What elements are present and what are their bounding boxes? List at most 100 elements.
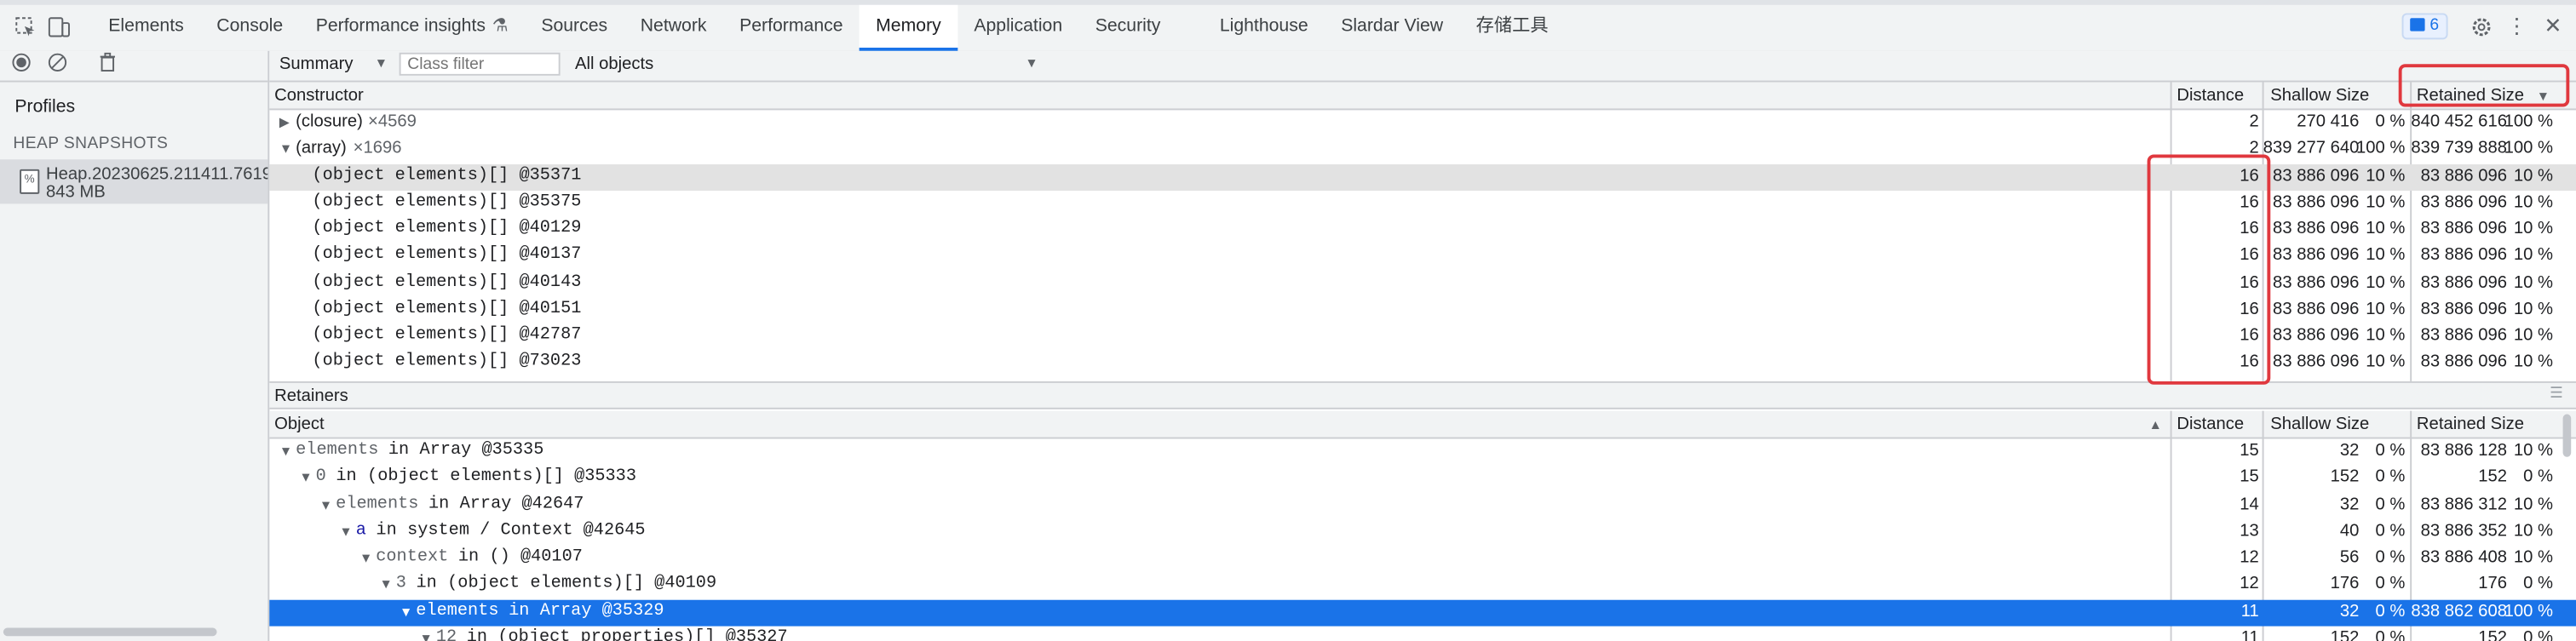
col-retained-header[interactable]: Retained Size (2417, 415, 2524, 434)
close-devtools-icon[interactable]: ✕ (2540, 13, 2567, 39)
tab-4[interactable]: Sources (525, 5, 624, 51)
retained-size-percent: 100 % (2504, 600, 2553, 621)
collapse-arrow-icon[interactable]: ▼ (279, 142, 292, 157)
col-distance-header[interactable]: Distance (2176, 85, 2244, 105)
retained-size-value: 83 886 096 (2420, 192, 2507, 212)
retained-size-value: 83 886 096 (2420, 272, 2507, 292)
device-toolbar-icon[interactable] (46, 13, 72, 39)
object-name: (object elements)[] @40151 (312, 298, 582, 319)
shallow-size-percent: 10 % (2366, 352, 2406, 372)
tab-6[interactable]: Performance (723, 5, 860, 51)
retained-size-percent: 10 % (2513, 272, 2553, 292)
col-object-header[interactable]: Object (274, 415, 325, 434)
retainer-target: () @40107 (489, 547, 583, 568)
retainer-row[interactable]: ▼ elements in Array @42647 14 32 0 % 83 886 312… (269, 492, 2576, 518)
retainer-in-word: in (416, 574, 437, 594)
clear-profiles-icon[interactable] (46, 53, 69, 76)
collapse-arrow-icon[interactable]: ▼ (319, 497, 332, 512)
distance-highlight-box (2147, 154, 2271, 385)
retained-size-value: 83 886 096 (2420, 165, 2507, 186)
constructor-row[interactable]: ▶ (closure) ×4569 2 270 416 0 % 840 452 616 100… (269, 110, 2576, 136)
memory-toolbar: Summary ▼ All objects ▼ (269, 50, 2576, 83)
retainer-target: Array @42647 (459, 494, 584, 514)
retained-size-value: 83 886 352 (2420, 520, 2507, 541)
heap-snapshot-item[interactable]: % Heap.20230625.211411.76199 843 MB (0, 159, 268, 204)
retained-size-value: 839 739 888 (2411, 138, 2507, 158)
retainer-row[interactable]: ▼ 3 in (object elements)[] @40109 12 176 0 % 17… (269, 572, 2576, 598)
retainer-row[interactable]: ▼ 12 in (object properties)[] @35327 11 152 0 … (269, 626, 2576, 641)
retained-size-percent: 10 % (2513, 165, 2553, 186)
collapse-arrow-icon[interactable]: ▼ (279, 444, 292, 458)
shallow-size-value: 839 277 640 (2263, 138, 2360, 158)
tab-spacer (1177, 5, 1204, 51)
retained-size-percent: 10 % (2513, 192, 2553, 212)
tab-5[interactable]: Network (624, 5, 722, 51)
inspect-element-icon[interactable] (11, 13, 37, 39)
distance-value: 13 (2240, 520, 2259, 541)
retained-size-percent: 0 % (2523, 574, 2553, 594)
tab-3[interactable]: Performance insights ⚗ (299, 5, 525, 51)
shallow-size-percent: 10 % (2366, 165, 2406, 186)
collapse-arrow-icon[interactable]: ▼ (420, 631, 433, 641)
tab-9[interactable]: Security (1078, 5, 1176, 51)
retained-size-value: 83 886 096 (2420, 352, 2507, 372)
collapse-arrow-icon[interactable]: ▼ (339, 524, 352, 538)
objects-select[interactable]: All objects ▼ (575, 53, 1051, 76)
tab-2[interactable]: Console (200, 5, 299, 51)
retainer-row[interactable]: ▼ 0 in (object elements)[] @35333 15 152 0 % 15… (269, 466, 2576, 492)
object-name: (object elements)[] @40143 (312, 272, 582, 292)
collect-garbage-icon[interactable] (95, 52, 118, 76)
retainer-in-word: in (376, 520, 397, 541)
retainer-target: Array @35329 (539, 600, 664, 621)
tab-12[interactable]: 存储工具 (1459, 5, 1564, 51)
shallow-size-value: 32 (2339, 600, 2360, 621)
tab-7[interactable]: Memory (859, 4, 958, 51)
tab-8[interactable]: Application (957, 5, 1078, 51)
col-constructor-header[interactable]: Constructor (274, 85, 364, 105)
issues-badge[interactable]: 6 (2401, 13, 2447, 40)
constructor-name: (array) (296, 138, 347, 158)
retained-size-percent: 100 % (2504, 138, 2553, 158)
shallow-size-value: 83 886 096 (2273, 298, 2360, 319)
retained-size-percent: 10 % (2513, 325, 2553, 346)
expand-arrow-icon[interactable]: ▶ (279, 115, 290, 129)
collapse-arrow-icon[interactable]: ▼ (299, 471, 312, 485)
shallow-size-percent: 10 % (2366, 192, 2406, 212)
profiles-label: Profiles (14, 96, 76, 117)
retainer-row[interactable]: ▼ elements in Array @35329 11 32 0 % 838 862 60… (269, 598, 2576, 627)
tab-1[interactable]: Elements (92, 5, 200, 51)
col-shallow-header[interactable]: Shallow Size (2270, 415, 2369, 434)
collapse-arrow-icon[interactable]: ▼ (379, 577, 392, 592)
sidebar-horizontal-scrollbar[interactable] (3, 627, 217, 637)
record-icon[interactable] (10, 53, 33, 76)
col-shallow-header[interactable]: Shallow Size (2270, 85, 2369, 105)
collapse-arrow-icon[interactable]: ▼ (400, 604, 412, 619)
constructor-grid-header: Constructor Distance Shallow Size Retain… (269, 82, 2576, 111)
snapshot-name: Heap.20230625.211411.76199 (45, 164, 268, 185)
retainer-property: 3 (395, 574, 406, 594)
shallow-size-percent: 0 % (2375, 600, 2406, 621)
tab-10[interactable]: Lighthouse (1204, 5, 1325, 51)
retained-size-value: 83 886 128 (2420, 440, 2507, 461)
retained-size-percent: 10 % (2513, 245, 2553, 266)
retainers-scrollbar[interactable] (2562, 414, 2572, 457)
shallow-size-value: 83 886 096 (2273, 192, 2360, 212)
retainer-row[interactable]: ▼ elements in Array @35335 15 32 0 % 83 886 128… (269, 439, 2576, 466)
collapse-arrow-icon[interactable]: ▼ (359, 551, 372, 565)
view-select[interactable]: Summary ▼ (279, 53, 394, 76)
col-distance-header[interactable]: Distance (2176, 415, 2244, 434)
retained-size-value: 840 452 616 (2411, 112, 2507, 132)
retainer-row[interactable]: ▼ a in system / Context @42645 13 40 0 % 83 886… (269, 519, 2576, 546)
retained-size-percent: 10 % (2513, 298, 2553, 319)
retained-size-percent: 100 % (2504, 112, 2553, 132)
tab-11[interactable]: Slardar View (1325, 5, 1459, 51)
more-options-icon[interactable]: ⋮ (2504, 13, 2530, 39)
retainer-row[interactable]: ▼ context in () @40107 12 56 0 % 83 886 408 10 % (269, 546, 2576, 572)
retainer-property: elements (336, 494, 419, 514)
snapshot-file-icon: % (20, 169, 40, 194)
settings-gear-icon[interactable] (2468, 13, 2494, 39)
resize-handle-icon[interactable]: ☰ (2550, 385, 2563, 403)
retainer-in-word: in (457, 547, 480, 568)
class-filter-input[interactable] (399, 52, 561, 76)
panel-tabs: Elements Console Performance insights ⚗ Sour… (92, 4, 1565, 51)
